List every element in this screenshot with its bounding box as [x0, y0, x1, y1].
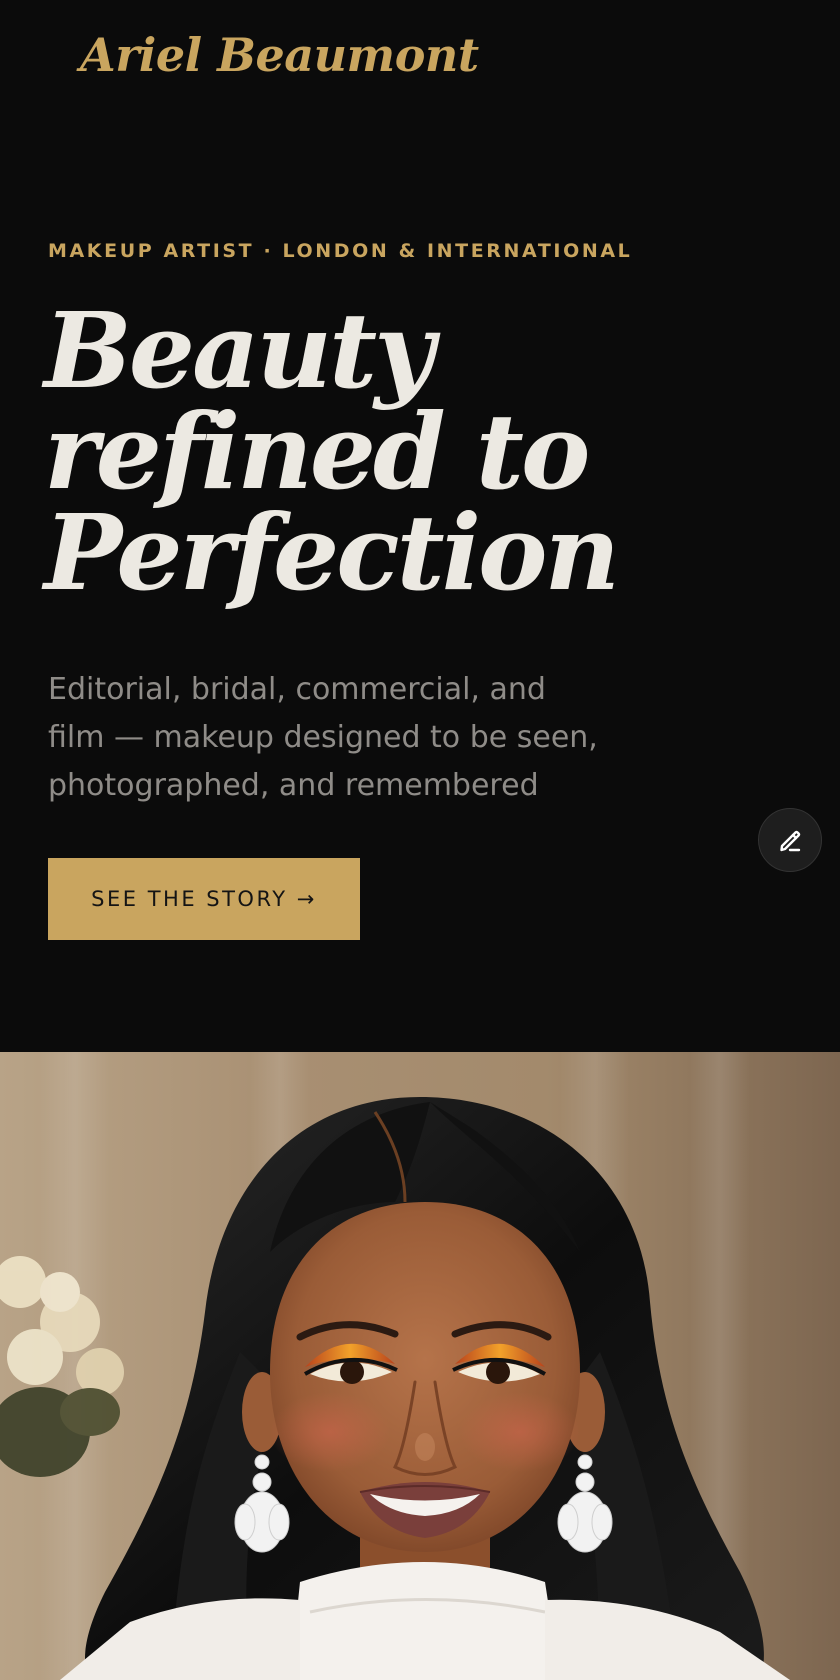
hero-subcopy: Editorial, bridal, commercial, and film …	[48, 666, 628, 810]
hero-eyebrow: MAKEUP ARTIST · LONDON & INTERNATIONAL	[48, 240, 633, 262]
pencil-edit-icon	[780, 830, 801, 852]
hero-subcopy-line: film — makeup designed to be seen,	[48, 720, 598, 755]
hero-headline: Beauty refined to Perfection	[44, 289, 764, 614]
hero-headline-line: Beauty	[44, 289, 435, 412]
hero-headline-line: refined to	[44, 390, 590, 513]
brand-logo[interactable]: Ariel Beaumont	[80, 28, 479, 82]
hero-subcopy-line: Editorial, bridal, commercial, and	[48, 672, 546, 707]
hero-subcopy-line: photographed, and remembered	[48, 768, 539, 803]
edit-button[interactable]	[758, 808, 822, 872]
hero-section: Ariel Beaumont MAKEUP ARTIST · LONDON & …	[0, 0, 840, 1052]
see-the-story-button[interactable]: SEE THE STORY →	[48, 858, 360, 940]
portrait-photo	[0, 1052, 840, 1680]
portrait-image	[0, 1052, 840, 1680]
hero-headline-line: Perfection	[44, 491, 620, 614]
